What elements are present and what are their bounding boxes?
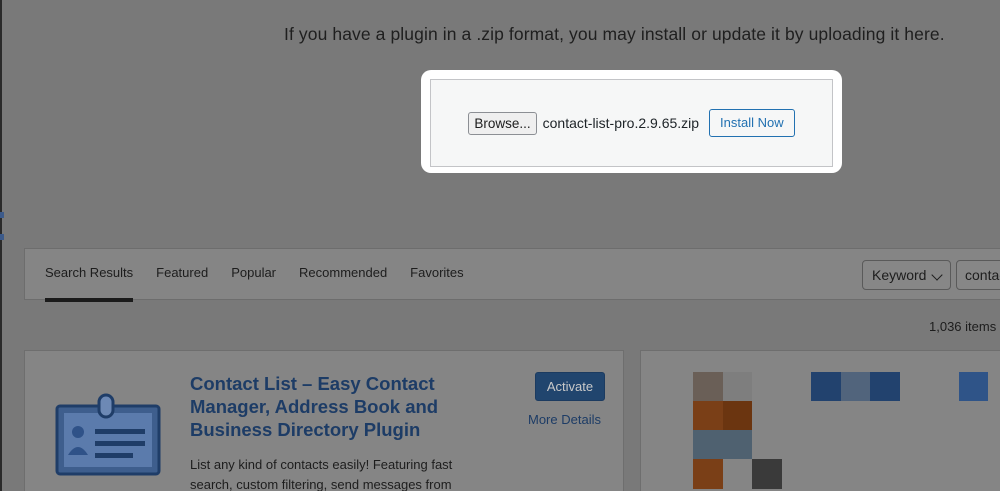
window-left-edge bbox=[0, 0, 2, 491]
plugin-icon-mosaic bbox=[693, 372, 988, 489]
activate-button[interactable]: Activate bbox=[535, 372, 605, 401]
search-plugins-input[interactable]: contact bbox=[956, 260, 1000, 290]
plugin-filter-bar: Search Results Featured Popular Recommen… bbox=[24, 248, 1000, 302]
upload-form: Browse... contact-list-pro.2.9.65.zip In… bbox=[430, 79, 833, 167]
tab-featured[interactable]: Featured bbox=[156, 249, 208, 301]
search-type-select[interactable]: Keyword bbox=[862, 260, 951, 290]
plugin-description: List any kind of contacts easily! Featur… bbox=[190, 457, 453, 491]
upload-help-text: If you have a plugin in a .zip format, y… bbox=[284, 24, 945, 44]
upload-form-highlight: Browse... contact-list-pro.2.9.65.zip In… bbox=[421, 70, 842, 173]
selected-file-name: contact-list-pro.2.9.65.zip bbox=[542, 115, 700, 131]
chevron-down-icon bbox=[931, 269, 943, 281]
edge-marker bbox=[0, 212, 4, 218]
plugin-title-link[interactable]: Contact List – Easy Contact Manager, Add… bbox=[190, 372, 450, 441]
plugin-card bbox=[640, 350, 1000, 491]
plugin-card: Contact List – Easy Contact Manager, Add… bbox=[24, 350, 624, 491]
browse-button[interactable]: Browse... bbox=[468, 111, 537, 135]
results-count: 1,036 items bbox=[929, 319, 997, 334]
tab-search-results[interactable]: Search Results bbox=[45, 249, 134, 302]
more-details-link[interactable]: More Details bbox=[528, 412, 601, 427]
tab-recommended[interactable]: Recommended bbox=[299, 249, 387, 301]
tab-favorites[interactable]: Favorites bbox=[410, 249, 463, 301]
tab-popular[interactable]: Popular bbox=[231, 249, 276, 301]
filter-tabs: Search Results Featured Popular Recommen… bbox=[45, 249, 487, 302]
id-card-icon bbox=[55, 393, 161, 476]
search-type-value: Keyword bbox=[872, 267, 927, 283]
edge-marker bbox=[0, 234, 4, 240]
install-now-button[interactable]: Install Now bbox=[709, 109, 795, 137]
